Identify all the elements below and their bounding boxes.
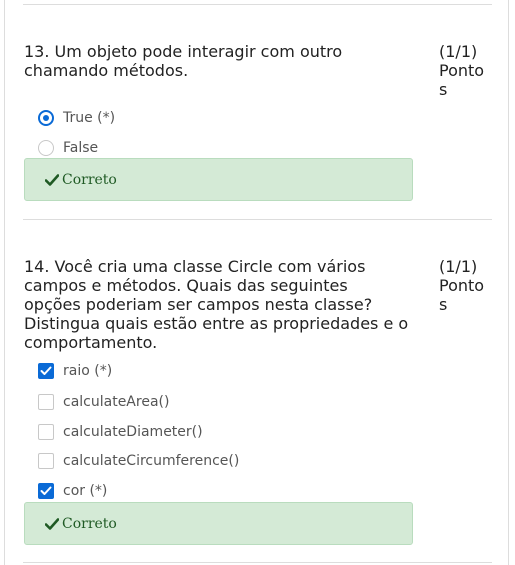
check-icon — [45, 517, 59, 530]
divider — [23, 219, 492, 220]
question-14-text: 14. Você cria uma classe Circle com vári… — [24, 257, 409, 352]
feedback-correct: Correto — [24, 502, 413, 545]
question-13-text: 13. Um objeto pode interagir com outro c… — [24, 42, 343, 80]
checkbox-unchecked-icon[interactable] — [38, 453, 54, 469]
option-label: calculateDiameter() — [63, 424, 203, 440]
option-label: calculateArea() — [63, 394, 170, 410]
checkbox-unchecked-icon[interactable] — [38, 394, 54, 410]
option-calculate-circumference[interactable]: calculateCircumference() — [38, 451, 239, 471]
option-calculate-diameter[interactable]: calculateDiameter() — [38, 422, 203, 442]
checkbox-checked-icon[interactable] — [38, 363, 54, 379]
divider — [23, 4, 492, 5]
option-label: False — [63, 140, 99, 156]
check-icon — [40, 366, 52, 375]
option-label: cor (*) — [63, 483, 108, 499]
option-label: True (*) — [63, 110, 116, 126]
option-true[interactable]: True (*) — [38, 108, 115, 128]
option-cor[interactable]: cor (*) — [38, 481, 107, 501]
feedback-correct: Correto — [24, 158, 413, 201]
feedback-label: Correto — [62, 515, 117, 532]
question-13-score: (1/1) Pontos — [439, 42, 485, 99]
checkbox-unchecked-icon[interactable] — [38, 424, 54, 440]
radio-unselected-icon[interactable] — [38, 140, 54, 156]
question-14-score: (1/1) Pontos — [439, 257, 485, 314]
option-label: raio (*) — [63, 363, 113, 379]
option-calculate-area[interactable]: calculateArea() — [38, 392, 169, 412]
option-raio[interactable]: raio (*) — [38, 361, 112, 381]
option-false[interactable]: False — [38, 138, 98, 158]
divider — [23, 562, 492, 563]
feedback-label: Correto — [62, 171, 117, 188]
checkbox-checked-icon[interactable] — [38, 483, 54, 499]
check-icon — [45, 173, 59, 186]
check-icon — [40, 486, 52, 495]
option-label: calculateCircumference() — [63, 453, 240, 469]
radio-selected-icon[interactable] — [38, 110, 54, 126]
